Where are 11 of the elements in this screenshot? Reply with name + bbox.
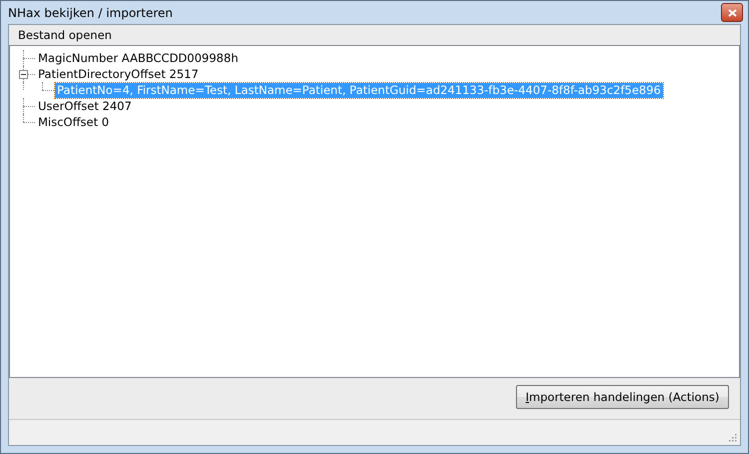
resize-grip-icon[interactable] — [727, 432, 737, 442]
close-button[interactable] — [721, 3, 743, 22]
tree-item[interactable]: UserOffset 2407 — [36, 98, 134, 114]
menu-item[interactable]: Bestand openen — [15, 28, 115, 42]
tree-item[interactable]: PatientDirectoryOffset 2517 — [36, 66, 201, 82]
collapse-icon[interactable] — [19, 70, 28, 79]
window-title: NHax bekijken / importeren — [8, 6, 173, 20]
close-icon — [728, 8, 736, 16]
tree-item[interactable]: MiscOffset 0 — [36, 114, 111, 130]
import-button[interactable]: Importeren handelingen (Actions) — [516, 384, 729, 408]
tree-item[interactable]: MagicNumber AABBCCDD009988h — [36, 50, 240, 66]
